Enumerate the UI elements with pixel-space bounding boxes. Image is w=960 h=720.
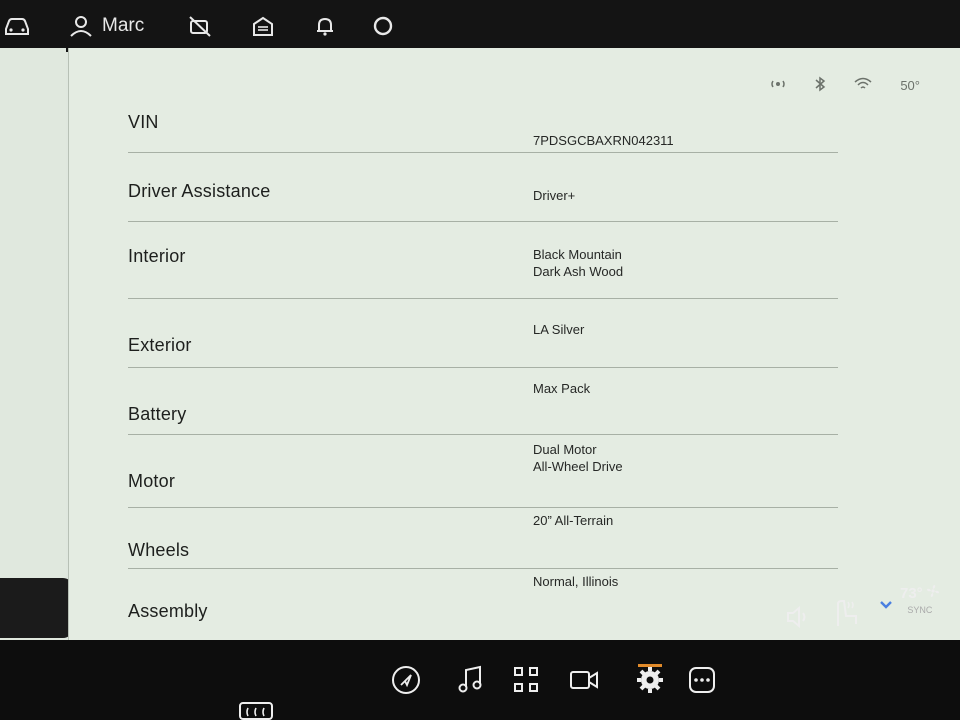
fan-icon xyxy=(926,584,940,603)
row-label: Driver Assistance xyxy=(128,181,271,201)
row-value-line: All-Wheel Drive xyxy=(533,459,623,474)
row-value-line: Black Mountain xyxy=(533,247,622,262)
list-item: Driver Assistance Driver+ xyxy=(128,153,838,222)
list-item: Battery Max Pack xyxy=(128,368,838,435)
row-value: Max Pack xyxy=(533,381,591,396)
music-icon[interactable] xyxy=(452,662,488,698)
list-item: Interior Black Mountain Dark Ash Wood xyxy=(128,222,838,299)
row-label: Battery xyxy=(128,404,187,424)
row-value: Driver+ xyxy=(533,188,576,203)
row-value-line: Dark Ash Wood xyxy=(533,264,624,279)
car-icon[interactable] xyxy=(2,12,32,40)
list-item: Wheels 20” All-Terrain xyxy=(128,508,838,569)
sidebar-selected-item[interactable] xyxy=(0,578,73,638)
list-item: Assembly Normal, Illinois xyxy=(128,569,838,637)
row-value: LA Silver xyxy=(533,322,585,337)
more-icon[interactable] xyxy=(684,662,720,698)
row-value: Normal, Illinois xyxy=(533,574,619,589)
volume-icon[interactable] xyxy=(784,604,810,635)
row-label: Motor xyxy=(128,471,176,491)
user-icon xyxy=(68,14,94,38)
row-value: 7PDSGCBAXRN042311 xyxy=(533,133,674,148)
row-label: Interior xyxy=(128,246,186,266)
list-item: VIN 7PDSGCBAXRN042311 xyxy=(128,72,838,153)
user-profile[interactable]: Marc xyxy=(68,12,144,40)
active-tab-indicator xyxy=(638,664,662,667)
row-value: 20” All-Terrain xyxy=(533,513,614,528)
apps-icon[interactable] xyxy=(508,662,544,698)
screen: Marc 50° VIN 7PDSGCBAXRN042311 Driver As… xyxy=(0,0,960,720)
garage-icon[interactable] xyxy=(252,12,274,40)
camera-off-icon[interactable] xyxy=(188,12,212,40)
user-name: Marc xyxy=(102,15,145,36)
cabin-temperature: 73° xyxy=(900,585,923,602)
rear-defrost-icon[interactable] xyxy=(238,700,274,720)
wifi-icon xyxy=(854,77,872,94)
row-label: Wheels xyxy=(128,540,190,560)
row-value: Black Mountain Dark Ash Wood xyxy=(533,246,623,280)
chevron-down-icon[interactable] xyxy=(878,598,894,616)
voice-assistant-icon[interactable] xyxy=(372,12,394,40)
row-value: Dual Motor All-Wheel Drive xyxy=(533,441,623,475)
list-item: Motor Dual Motor All-Wheel Drive xyxy=(128,435,838,508)
row-value-line: Dual Motor xyxy=(533,442,597,457)
seat-heat-icon[interactable] xyxy=(832,598,860,633)
outside-temp: 50° xyxy=(900,78,920,93)
settings-icon[interactable] xyxy=(632,662,668,698)
bottom-dock xyxy=(0,640,960,720)
camera-icon[interactable] xyxy=(566,662,602,698)
bell-icon[interactable] xyxy=(314,12,336,40)
list-item: Exterior LA Silver xyxy=(128,299,838,368)
row-label: Assembly xyxy=(128,601,208,621)
vehicle-info-list: VIN 7PDSGCBAXRN042311 Driver Assistance … xyxy=(128,72,838,637)
navigation-icon[interactable] xyxy=(388,662,424,698)
top-bar: Marc xyxy=(0,0,960,52)
sync-label: SYNC xyxy=(907,605,933,615)
climate-control[interactable]: 73° SYNC xyxy=(900,584,940,615)
row-label: VIN xyxy=(128,112,159,132)
row-label: Exterior xyxy=(128,335,192,355)
